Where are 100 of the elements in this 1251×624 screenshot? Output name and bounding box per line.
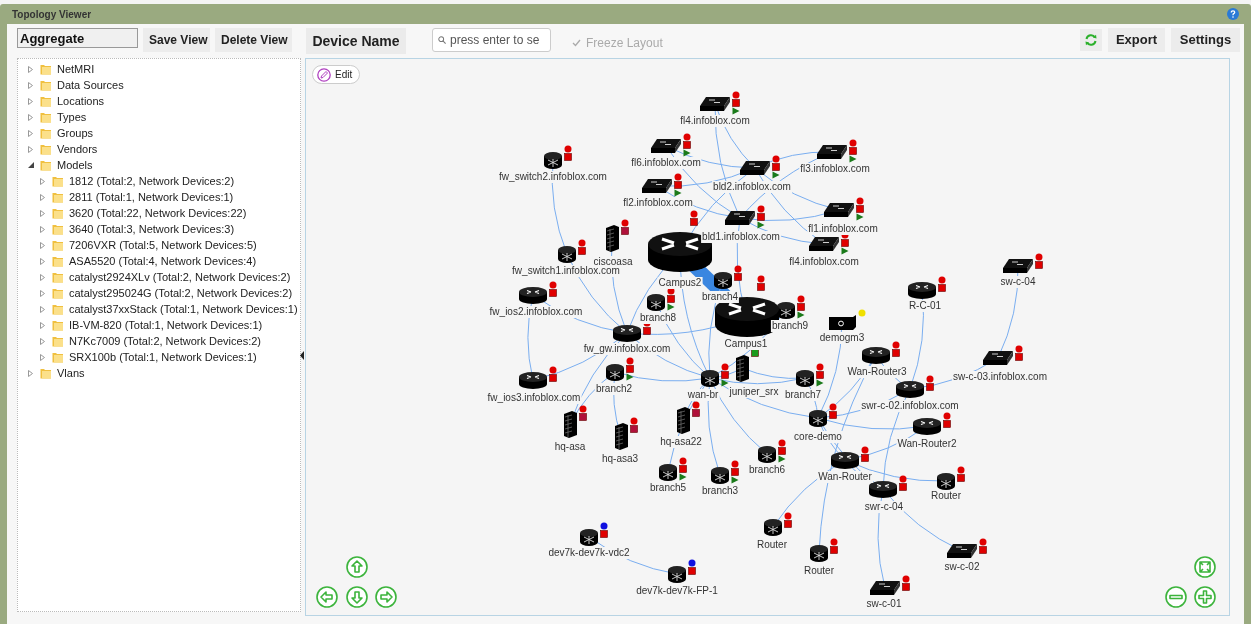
switch-icon[interactable] xyxy=(809,237,839,251)
router-cube-icon[interactable] xyxy=(544,151,562,169)
tree-item[interactable]: 3640 (Total:3, Network Devices:3) xyxy=(69,220,235,238)
tree-item[interactable]: catalyst295024G (Total:2, Network Devices:2) xyxy=(69,284,293,302)
firewall-icon[interactable] xyxy=(735,354,749,382)
delete-view-button[interactable]: Delete View xyxy=(215,28,292,52)
tree-item[interactable]: Locations xyxy=(57,92,105,110)
tree-item[interactable]: catalyst37xxStack (Total:1, Network Devices:1) xyxy=(69,300,298,318)
switch-icon[interactable] xyxy=(700,97,730,111)
switch-icon[interactable] xyxy=(725,211,755,225)
device-name-button[interactable]: Device Name xyxy=(306,28,406,54)
tree-item[interactable]: 1812 (Total:2, Network Devices:2) xyxy=(69,172,235,190)
tree-item[interactable]: ASA5520 (Total:4, Network Devices:4) xyxy=(69,252,257,270)
node-label: bld2.infoblox.com xyxy=(712,181,792,193)
tree-item[interactable]: N7Kc7009 (Total:2, Network Devices:2) xyxy=(69,332,261,350)
router-icon[interactable] xyxy=(519,371,547,389)
node-label: fl6.infoblox.com xyxy=(630,157,702,169)
folder-icon xyxy=(52,303,64,315)
tree-item[interactable]: Vlans xyxy=(57,364,85,382)
search-field[interactable]: press enter to se xyxy=(432,28,551,52)
tree-item[interactable]: Models xyxy=(57,156,93,174)
router-cube-icon[interactable] xyxy=(714,271,732,289)
router-icon[interactable] xyxy=(519,286,547,304)
pan-left-icon[interactable] xyxy=(316,586,338,608)
switch-icon[interactable] xyxy=(651,139,681,153)
router-icon[interactable] xyxy=(913,417,941,435)
router-cube-icon[interactable] xyxy=(810,544,828,562)
node-label: Campus1 xyxy=(723,338,769,350)
pan-up-icon[interactable] xyxy=(346,556,368,578)
tree-item[interactable]: Data Sources xyxy=(57,76,124,94)
node-label: sw-c-02 xyxy=(943,561,981,573)
zoom-out-icon[interactable] xyxy=(1165,586,1187,608)
help-icon[interactable] xyxy=(1227,8,1239,20)
tree-item[interactable]: 3620 (Total:22, Network Devices:22) xyxy=(69,204,247,222)
view-field[interactable]: Aggregate xyxy=(17,28,138,48)
node-label: Wan-Router2 xyxy=(896,438,958,450)
switch-icon[interactable] xyxy=(1003,259,1033,273)
node-label: branch9 xyxy=(770,320,810,332)
tree-item[interactable]: NetMRI xyxy=(57,60,95,78)
router-icon[interactable] xyxy=(896,380,924,398)
firewall-icon[interactable] xyxy=(676,406,690,434)
expander-icon[interactable] xyxy=(28,162,35,168)
router-cube-icon[interactable] xyxy=(558,245,576,263)
router-cube-icon[interactable] xyxy=(701,369,719,387)
router-cube-icon[interactable] xyxy=(606,363,624,381)
pan-down-icon[interactable] xyxy=(346,586,368,608)
tree-item[interactable]: Groups xyxy=(57,124,94,142)
tree-item[interactable]: 7206VXR (Total:5, Network Devices:5) xyxy=(69,236,257,254)
tree-item[interactable]: IB-VM-820 (Total:1, Network Devices:1) xyxy=(69,316,263,334)
router-cube-icon[interactable] xyxy=(764,518,782,536)
node-label: Router xyxy=(756,539,788,551)
switch-icon[interactable] xyxy=(740,161,770,175)
router-icon[interactable] xyxy=(908,281,936,299)
firewall-icon[interactable] xyxy=(563,410,577,438)
router-icon[interactable] xyxy=(831,451,859,469)
tree-item[interactable]: catalyst2924XLv (Total:2, Network Devices:2) xyxy=(69,268,291,286)
switch-icon[interactable] xyxy=(983,351,1013,365)
tree-item[interactable]: 2811 (Total:1, Network Devices:1) xyxy=(69,188,234,206)
fit-view-icon[interactable] xyxy=(1194,556,1216,578)
router-cube-icon[interactable] xyxy=(777,301,795,319)
router-cube-icon[interactable] xyxy=(758,445,776,463)
node-label: branch5 xyxy=(648,482,688,494)
switch-icon[interactable] xyxy=(824,203,854,217)
router-cube-icon[interactable] xyxy=(809,409,827,427)
folder-icon xyxy=(52,351,64,363)
router-icon[interactable] xyxy=(862,346,890,364)
tree-item[interactable]: SRX100b (Total:1, Network Devices:1) xyxy=(69,348,257,366)
folder-icon xyxy=(52,239,64,251)
node-label: Wan-Router xyxy=(817,471,873,483)
folder-icon xyxy=(52,319,64,331)
router-cube-icon[interactable] xyxy=(937,472,955,490)
firewall-icon[interactable] xyxy=(614,422,628,450)
switch-icon[interactable] xyxy=(870,581,900,595)
router-icon[interactable] xyxy=(869,480,897,498)
tree-item[interactable]: Vendors xyxy=(57,140,98,158)
settings-button[interactable]: Settings xyxy=(1171,28,1240,52)
switch-icon[interactable] xyxy=(947,544,977,558)
router-cube-icon[interactable] xyxy=(580,528,598,546)
router-cube-icon[interactable] xyxy=(668,565,686,583)
tree-item[interactable]: Types xyxy=(57,108,87,126)
router-cube-icon[interactable] xyxy=(659,463,677,481)
edit-button[interactable]: Edit xyxy=(312,65,361,84)
router-icon[interactable] xyxy=(613,324,641,342)
zoom-in-icon[interactable] xyxy=(1194,586,1216,608)
node-label: fl2.infoblox.com xyxy=(622,197,694,209)
router-cube-icon[interactable] xyxy=(647,293,665,311)
save-view-button[interactable]: Save View xyxy=(143,28,210,52)
export-button[interactable]: Export xyxy=(1108,28,1165,52)
node-label: branch4 xyxy=(700,291,740,303)
router-cube-icon[interactable] xyxy=(711,466,729,484)
router-cube-icon[interactable] xyxy=(796,369,814,387)
firewall-icon[interactable] xyxy=(605,224,619,252)
node-label: swr-c-04 xyxy=(863,501,905,513)
appliance-icon[interactable] xyxy=(828,314,856,330)
node-label: core-demo xyxy=(793,431,843,443)
switch-icon[interactable] xyxy=(642,179,672,193)
switch-icon[interactable] xyxy=(817,145,847,159)
pan-right-icon[interactable] xyxy=(375,586,397,608)
folder-icon xyxy=(40,143,52,155)
refresh-icon xyxy=(1084,33,1098,47)
